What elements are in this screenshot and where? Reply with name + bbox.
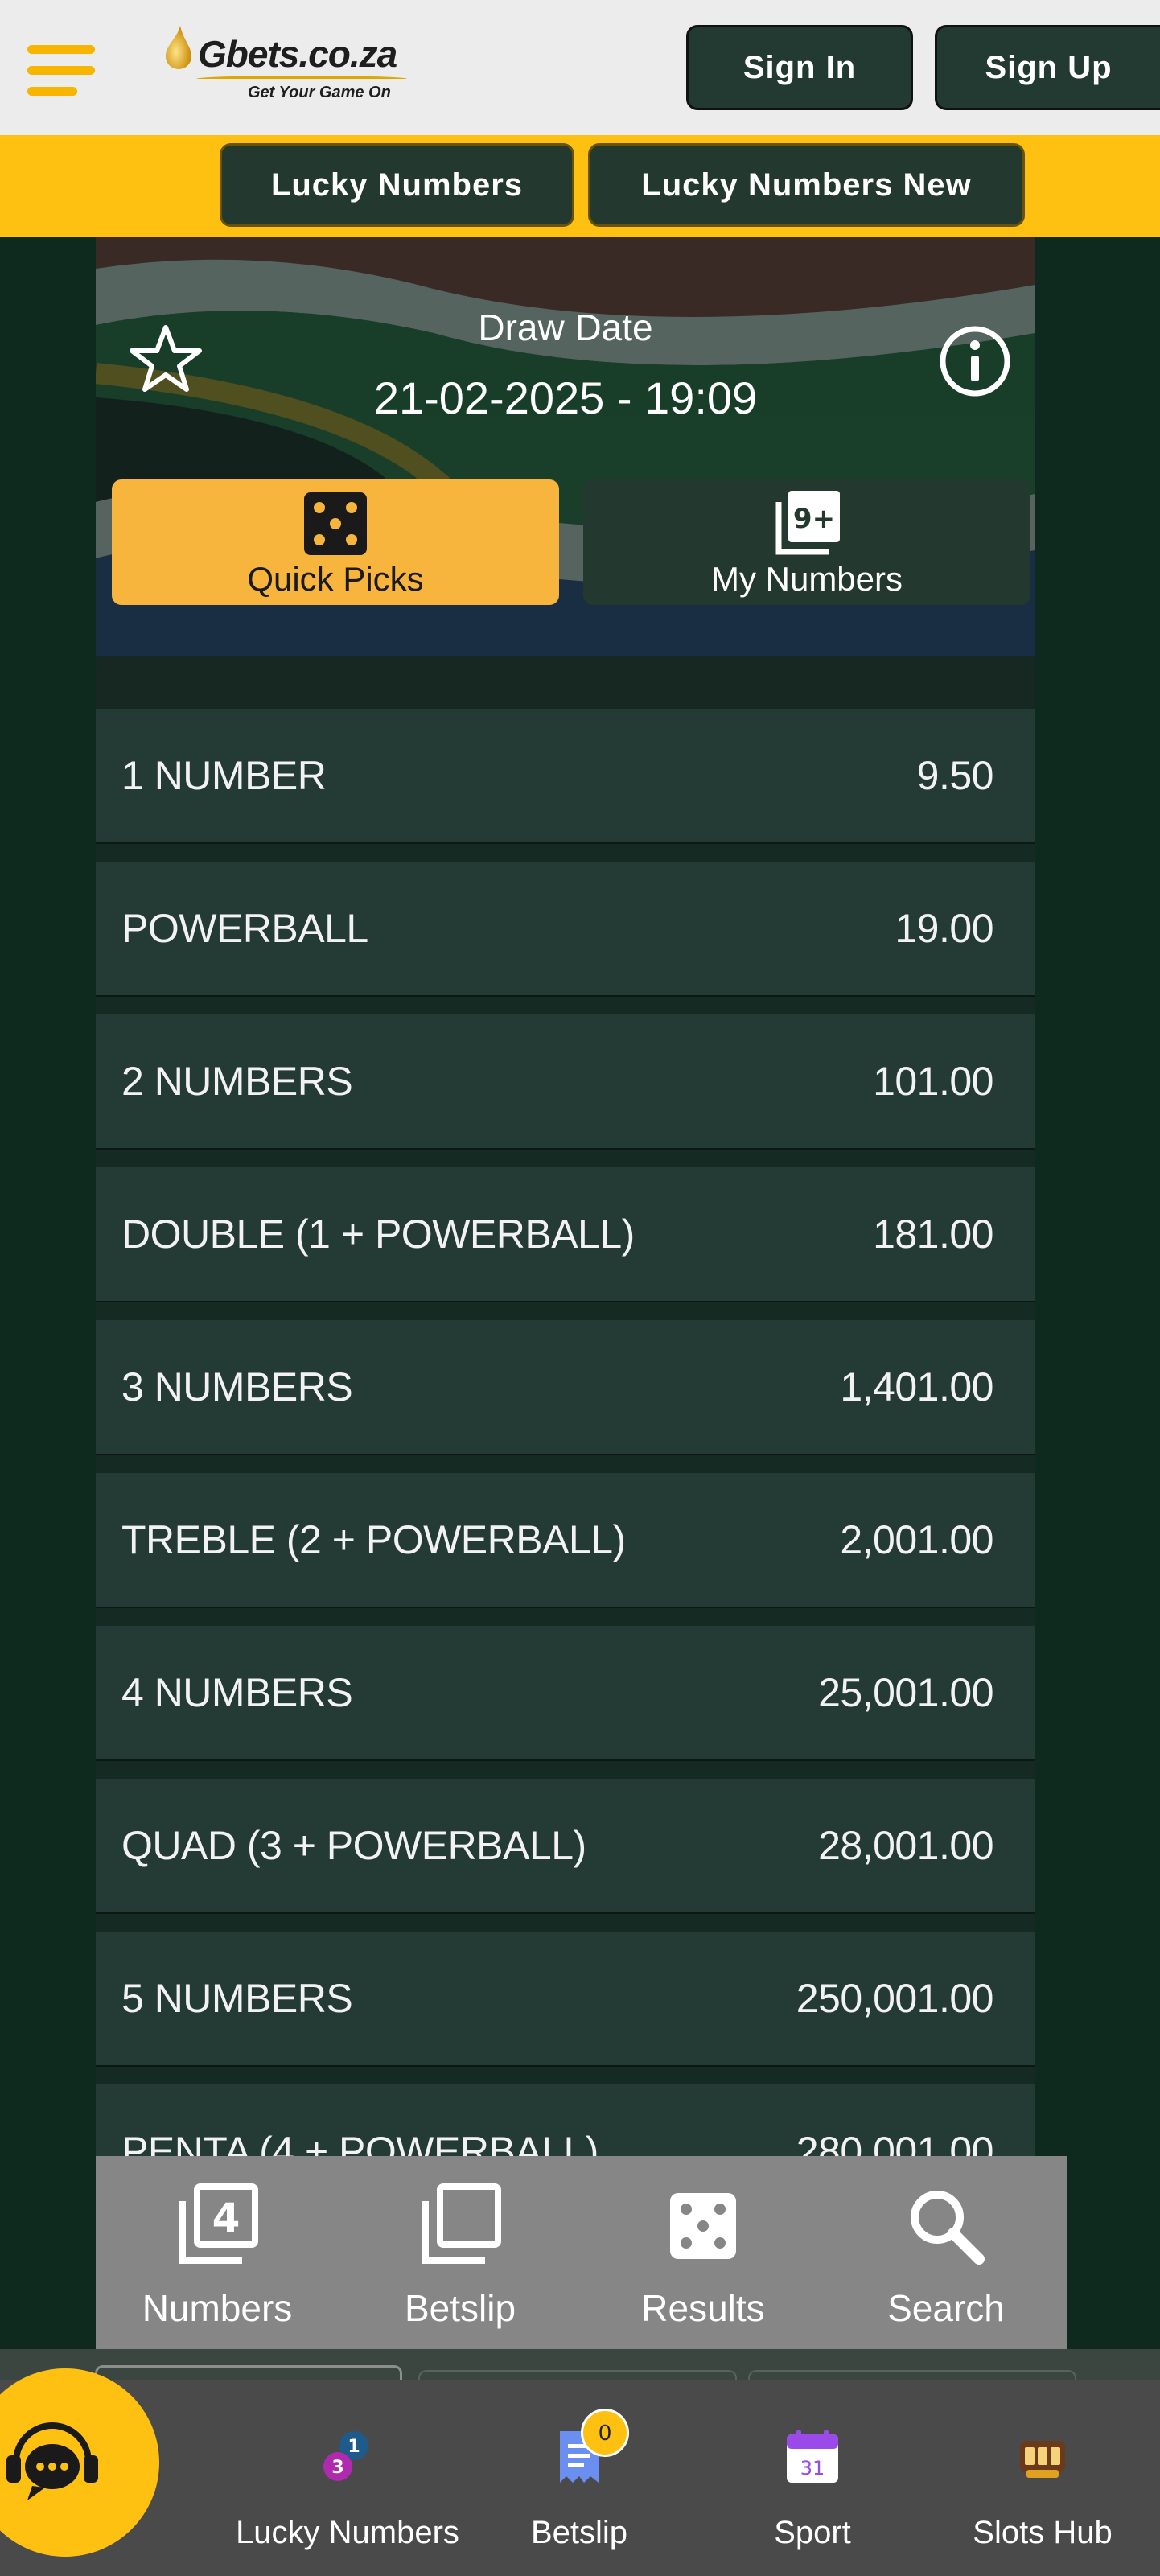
numbers-9plus-icon: 9+ <box>775 491 840 555</box>
search-icon <box>911 2191 985 2265</box>
sign-up-button[interactable]: Sign Up <box>935 25 1160 110</box>
bet-type-odds: 19.00 <box>895 906 993 951</box>
menu-icon[interactable] <box>27 45 95 97</box>
bet-type-odds: 25,001.00 <box>818 1670 993 1715</box>
site-nav-betslip[interactable]: Betslip <box>499 2380 660 2576</box>
bet-type-odds: 181.00 <box>873 1212 993 1257</box>
logo-swoosh <box>196 76 407 82</box>
bet-type-odds: 2,001.00 <box>840 1517 993 1562</box>
bet-type-name: 4 NUMBERS <box>121 1670 353 1715</box>
site-nav-slots-hub[interactable]: Slots Hub <box>962 2380 1123 2576</box>
nav-search-label: Search <box>887 2287 1005 2329</box>
hidden-content-strip <box>0 2349 1160 2389</box>
site-nav-lucky-numbers-label: Lucky Numbers <box>236 2515 459 2550</box>
bet-type-odds: 250,001.00 <box>796 1976 994 2021</box>
bet-type-odds: 9.50 <box>916 753 994 798</box>
draw-date-value: 21-02-2025 - 19:09 <box>373 372 758 423</box>
site-nav-sport[interactable]: 31 Sport <box>732 2380 893 2576</box>
bet-type-row[interactable]: PENTA (4 + POWERBALL) 280,001.00 <box>96 2084 1035 2159</box>
site-nav-betslip-label: Betslip <box>530 2515 628 2550</box>
bet-type-odds: 1,401.00 <box>840 1364 993 1409</box>
bet-type-odds: 280,001.00 <box>796 2129 994 2159</box>
betslip-count-badge: 0 <box>581 2409 629 2457</box>
logo-drop-icon <box>166 26 191 69</box>
bet-type-row[interactable]: 1 NUMBER 9.50 <box>96 709 1035 844</box>
my-numbers-label: My Numbers <box>710 560 903 598</box>
bet-type-name: 5 NUMBERS <box>121 1976 353 2021</box>
svg-text:1: 1 <box>348 2437 360 2457</box>
bet-type-name: 3 NUMBERS <box>121 1364 353 1409</box>
bet-type-row[interactable]: 3 NUMBERS 1,401.00 <box>96 1320 1035 1455</box>
info-icon[interactable] <box>937 323 1013 399</box>
bet-type-row[interactable]: 2 NUMBERS 101.00 <box>96 1014 1035 1150</box>
tab-lucky-numbers-new[interactable]: Lucky Numbers New <box>588 143 1025 227</box>
draw-hero: Draw Date 21-02-2025 - 19:09 Quick Picks… <box>96 237 1035 656</box>
top-header: Gbets.co.za Get Your Game On Sign In Sig… <box>0 0 1160 135</box>
bet-type-row[interactable]: POWERBALL 19.00 <box>96 862 1035 997</box>
logo-tagline: Get Your Game On <box>248 84 391 101</box>
bet-type-name: QUAD (3 + POWERBALL) <box>121 1823 586 1868</box>
sign-in-button[interactable]: Sign In <box>686 25 913 110</box>
bet-type-row[interactable]: QUAD (3 + POWERBALL) 28,001.00 <box>96 1779 1035 1914</box>
site-nav-lucky-numbers[interactable]: 1 3 Lucky Numbers <box>233 2380 462 2576</box>
draw-date-label: Draw Date <box>478 307 653 348</box>
tab-lucky-numbers[interactable]: Lucky Numbers <box>220 143 574 227</box>
slots-icon <box>1020 2441 1065 2478</box>
svg-text:9+: 9+ <box>793 503 835 535</box>
site-bottom-nav: 1 3 Lucky Numbers Betslip 31 Sport Slots… <box>0 2380 1160 2576</box>
site-nav-slots-hub-label: Slots Hub <box>973 2515 1113 2550</box>
nav-betslip[interactable]: Betslip <box>339 2156 582 2349</box>
bet-type-row[interactable]: DOUBLE (1 + POWERBALL) 181.00 <box>96 1167 1035 1302</box>
site-nav-sport-label: Sport <box>774 2515 851 2550</box>
nav-betslip-label: Betslip <box>404 2287 516 2329</box>
nav-numbers-label: Numbers <box>142 2287 293 2329</box>
calendar-icon: 31 <box>787 2430 838 2483</box>
numbers-4-icon: 4 <box>179 2183 258 2264</box>
logo-text: Gbets.co.za <box>198 33 397 75</box>
bet-type-row[interactable]: 4 NUMBERS 25,001.00 <box>96 1626 1035 1761</box>
svg-text:3: 3 <box>331 2458 343 2478</box>
bet-type-name: 2 NUMBERS <box>121 1059 353 1104</box>
game-panel: Draw Date 21-02-2025 - 19:09 Quick Picks… <box>96 237 1035 2159</box>
nav-results-label: Results <box>641 2287 765 2329</box>
bet-type-row[interactable]: TREBLE (2 + POWERBALL) 2,001.00 <box>96 1473 1035 1608</box>
my-numbers-button[interactable]: 9+ My Numbers <box>583 479 1030 605</box>
bet-type-name: PENTA (4 + POWERBALL) <box>121 2129 599 2159</box>
bet-type-name: POWERBALL <box>121 906 368 951</box>
svg-text:4: 4 <box>212 2195 241 2241</box>
bet-type-odds: 101.00 <box>873 1059 993 1104</box>
bet-type-row[interactable]: 5 NUMBERS 250,001.00 <box>96 1932 1035 2067</box>
chat-support-icon <box>6 2422 98 2500</box>
hero-footer <box>96 656 1035 709</box>
bet-type-name: DOUBLE (1 + POWERBALL) <box>121 1212 635 1257</box>
betslip-icon <box>422 2183 501 2264</box>
bet-type-name: 1 NUMBER <box>121 753 327 798</box>
lottery-balls-icon: 1 3 <box>323 2431 368 2481</box>
quick-picks-label: Quick Picks <box>247 560 424 598</box>
calendar-day-text: 31 <box>800 2457 825 2479</box>
quick-picks-button[interactable]: Quick Picks <box>112 479 559 605</box>
bet-types-list: 1 NUMBER 9.50 POWERBALL 19.00 2 NUMBERS 101.0… <box>96 709 1035 2159</box>
game-tabs-bar: Lucky Numbers Lucky Numbers New <box>0 135 1160 237</box>
site-logo[interactable]: Gbets.co.za Get Your Game On <box>158 16 415 113</box>
nav-results[interactable]: Results <box>582 2156 825 2349</box>
nav-search[interactable]: Search <box>825 2156 1067 2349</box>
dice-icon <box>304 492 367 555</box>
dice-icon <box>670 2193 736 2259</box>
nav-numbers[interactable]: 4 Numbers <box>96 2156 339 2349</box>
bet-type-odds: 28,001.00 <box>818 1823 993 1868</box>
game-bottom-nav: 4 Numbers Betslip Results Search <box>96 2156 1067 2349</box>
bet-type-name: TREBLE (2 + POWERBALL) <box>121 1517 626 1562</box>
